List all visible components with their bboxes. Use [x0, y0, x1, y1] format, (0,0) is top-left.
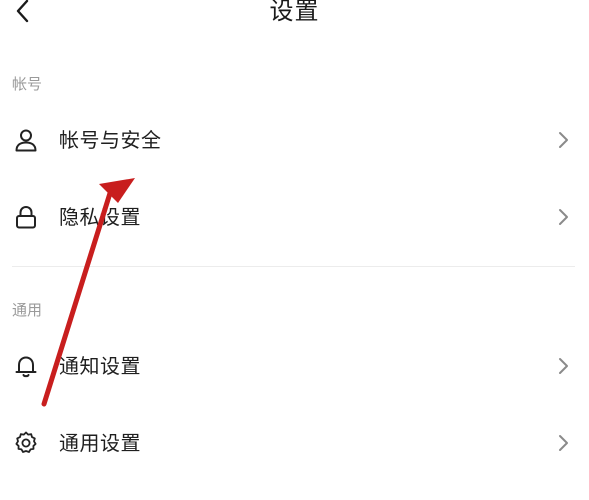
chevron-right-icon: [553, 432, 573, 454]
bell-icon: [12, 352, 40, 380]
settings-item-notification[interactable]: 通知设置: [0, 338, 589, 394]
lock-icon: [12, 203, 40, 231]
user-icon: [12, 126, 40, 154]
settings-item-label: 隐私设置: [59, 205, 141, 229]
settings-item-label: 通知设置: [59, 354, 141, 378]
chevron-right-icon: [553, 355, 573, 377]
section-divider: [12, 266, 575, 267]
settings-item-general[interactable]: 通用设置: [0, 415, 589, 471]
chevron-right-icon: [553, 206, 573, 228]
section-label-account: 帐号: [12, 75, 43, 93]
section-label-general: 通用: [12, 301, 43, 319]
chevron-right-icon: [553, 129, 573, 151]
settings-item-privacy[interactable]: 隐私设置: [0, 189, 589, 245]
settings-item-label: 帐号与安全: [59, 128, 162, 152]
header: 设置: [0, 0, 589, 30]
gear-icon: [12, 429, 40, 457]
settings-item-label: 通用设置: [59, 431, 141, 455]
settings-screen: 设置 帐号 帐号与安全 隐私设置 通用 通知设置 通用设置: [0, 0, 589, 500]
page-title: 设置: [269, 0, 320, 25]
settings-item-account-security[interactable]: 帐号与安全: [0, 112, 589, 168]
